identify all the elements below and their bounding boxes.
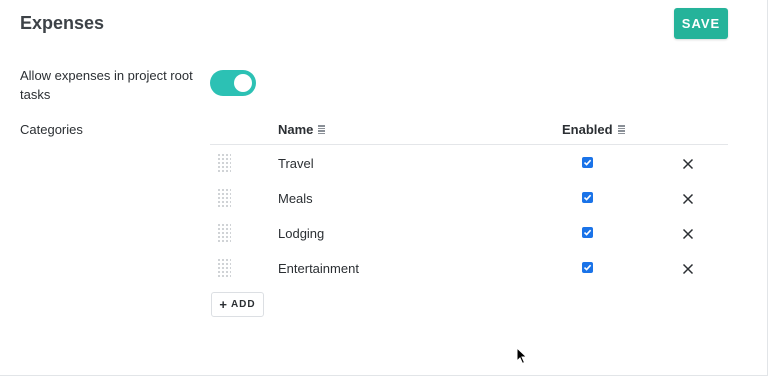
mouse-cursor-icon (516, 347, 528, 365)
delete-row-button[interactable] (682, 262, 694, 275)
delete-row-button[interactable] (682, 157, 694, 170)
enabled-checkbox[interactable] (582, 192, 593, 203)
table-header: Name Enabled (210, 112, 728, 145)
column-header-name-label: Name (278, 122, 314, 137)
close-icon (682, 228, 694, 240)
drag-handle-icon[interactable] (217, 153, 231, 173)
category-name: Travel (278, 156, 314, 171)
drag-handle-icon[interactable] (217, 258, 231, 278)
categories-label: Categories (20, 122, 83, 137)
sort-lines-icon (617, 125, 625, 134)
category-name: Lodging (278, 226, 325, 241)
checkmark-icon (583, 264, 592, 271)
table-row: Lodging (210, 215, 728, 250)
table-row: Travel (210, 145, 728, 180)
column-header-name[interactable]: Name (278, 122, 326, 137)
plus-icon: + (219, 296, 228, 312)
checkmark-icon (583, 194, 592, 201)
column-header-enabled[interactable]: Enabled (562, 122, 625, 137)
allow-root-expenses-toggle[interactable] (210, 70, 256, 96)
add-button-label: ADD (230, 299, 256, 310)
page-title: Expenses (20, 13, 105, 33)
enabled-checkbox[interactable] (582, 227, 593, 238)
add-category-button[interactable]: + ADD (211, 292, 264, 317)
table-row: Meals (210, 180, 728, 215)
toggle-knob (234, 74, 252, 92)
table-row: Entertainment (210, 250, 728, 285)
category-name: Meals (278, 191, 313, 206)
checkmark-icon (583, 159, 592, 166)
checkmark-icon (583, 229, 592, 236)
expenses-panel: Expenses SAVE Allow expenses in project … (0, 0, 768, 376)
delete-row-button[interactable] (682, 227, 694, 240)
categories-table: Name Enabled Travel Meals Lodging Entert… (210, 112, 728, 285)
delete-row-button[interactable] (682, 192, 694, 205)
save-button[interactable]: SAVE (674, 8, 728, 39)
enabled-checkbox[interactable] (582, 262, 593, 273)
drag-handle-icon[interactable] (217, 188, 231, 208)
sort-lines-icon (318, 125, 326, 134)
drag-handle-icon[interactable] (217, 223, 231, 243)
close-icon (682, 158, 694, 170)
close-icon (682, 263, 694, 275)
close-icon (682, 193, 694, 205)
enabled-checkbox[interactable] (582, 157, 593, 168)
category-name: Entertainment (278, 261, 359, 276)
allow-root-expenses-label: Allow expenses in project root tasks (20, 68, 193, 102)
column-header-enabled-label: Enabled (562, 122, 613, 137)
